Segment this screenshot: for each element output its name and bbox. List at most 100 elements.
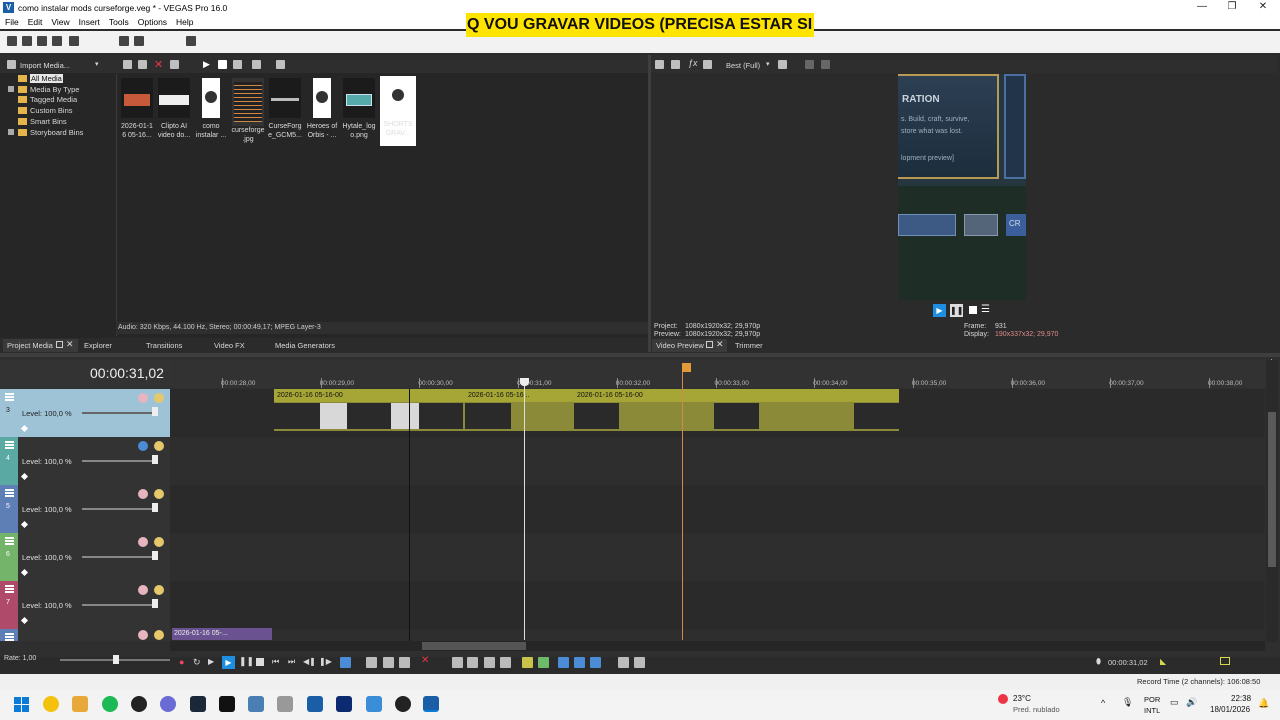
app-icon[interactable]	[366, 696, 382, 712]
capcut-icon[interactable]	[219, 696, 235, 712]
app-icon[interactable]	[248, 696, 264, 712]
close-button[interactable]: ✕	[1248, 1, 1278, 14]
media-thumbnail[interactable]: 2026-01-1 6 05-16...	[119, 78, 155, 139]
save-as-icon[interactable]	[52, 36, 62, 46]
copy-snapshot-icon[interactable]	[805, 60, 814, 69]
media-stop-icon[interactable]	[218, 60, 227, 69]
track-header[interactable]: 3 Level: 100,0 %	[0, 389, 170, 437]
close-tab-icon[interactable]: ✕	[66, 339, 74, 350]
keyframe-icon[interactable]	[20, 472, 29, 481]
media-thumbnail-selected[interactable]: SHORTS GRAV...	[380, 76, 416, 146]
tree-item[interactable]: Smart Bins	[4, 117, 116, 128]
panel-splitter[interactable]	[648, 55, 651, 352]
video-clip[interactable]: 2026-01-16 05-16-00	[274, 389, 465, 431]
playhead-handle[interactable]	[520, 378, 529, 386]
split-screen-icon[interactable]	[703, 60, 712, 69]
track-lane[interactable]	[170, 629, 1265, 641]
save-icon[interactable]	[37, 36, 47, 46]
quality-dropdown-icon[interactable]: ▾	[766, 60, 770, 68]
new-project-icon[interactable]	[7, 36, 17, 46]
tab-media-generators[interactable]: Media Generators	[275, 341, 335, 350]
solo-icon[interactable]	[154, 630, 164, 640]
preview-menu-icon[interactable]: ☰	[981, 304, 990, 315]
normal-edit-tool-icon[interactable]	[340, 657, 351, 668]
clock-date[interactable]: 18/01/2026	[1210, 705, 1250, 714]
mute-icon[interactable]	[138, 537, 148, 547]
zoom-tool-icon[interactable]	[399, 657, 410, 668]
mute-icon[interactable]	[138, 393, 148, 403]
horizontal-scroll-thumb[interactable]	[422, 642, 526, 650]
prev-frame-icon[interactable]: ◀❚	[303, 657, 316, 666]
app-icon[interactable]	[395, 696, 411, 712]
insert-region-icon[interactable]	[538, 657, 549, 668]
media-fx-icon[interactable]	[170, 60, 179, 69]
bottom-clip[interactable]: 2026-01-16 05-...	[172, 628, 272, 640]
overlays-icon[interactable]	[778, 60, 787, 69]
auto-ripple-icon[interactable]	[590, 657, 601, 668]
spotify-icon[interactable]	[102, 696, 118, 712]
weather-badge-icon[interactable]	[998, 694, 1008, 704]
menu-tools[interactable]: Tools	[104, 15, 133, 27]
mute-icon[interactable]	[138, 585, 148, 595]
keyframe-icon[interactable]	[20, 520, 29, 529]
help-icon[interactable]	[186, 36, 196, 46]
properties-icon[interactable]	[69, 36, 79, 46]
tab-explorer[interactable]: Explorer	[84, 341, 112, 350]
preview-settings-icon[interactable]	[655, 60, 664, 69]
keyframe-icon[interactable]	[20, 616, 29, 625]
trim-icon[interactable]	[452, 657, 463, 668]
lang-code[interactable]: POR	[1144, 695, 1160, 704]
level-slider-knob[interactable]	[152, 503, 158, 512]
app-icon[interactable]	[131, 696, 147, 712]
vegas-taskbar-icon[interactable]	[423, 696, 439, 712]
undo-icon[interactable]	[134, 36, 144, 46]
undock-icon[interactable]	[56, 341, 63, 348]
menu-help[interactable]: Help	[171, 15, 197, 27]
tab-video-preview[interactable]: Video Preview	[656, 341, 704, 350]
level-slider[interactable]	[82, 460, 154, 462]
record-icon[interactable]: ●	[179, 657, 184, 667]
rate-slider-knob[interactable]	[113, 655, 119, 664]
steam-icon[interactable]	[190, 696, 206, 712]
delete-icon[interactable]: ✕	[421, 655, 429, 666]
fx-icon[interactable]: ƒx	[688, 58, 698, 68]
solo-icon[interactable]	[154, 393, 164, 403]
menu-view[interactable]: View	[46, 15, 73, 27]
go-to-end-icon[interactable]: ⏭	[288, 657, 295, 667]
keyframe-icon[interactable]	[20, 568, 29, 577]
auto-preview-icon[interactable]	[233, 60, 242, 69]
preview-stop-button[interactable]	[969, 306, 977, 314]
pause-button[interactable]: ❚❚	[239, 656, 254, 667]
mic-icon[interactable]: 🎙	[1122, 697, 1133, 708]
track-lane[interactable]	[170, 437, 1265, 485]
zoom-icon[interactable]	[276, 60, 285, 69]
selection-tool-icon[interactable]	[383, 657, 394, 668]
preview-play-button[interactable]: ▶	[933, 304, 946, 317]
solo-icon[interactable]	[154, 537, 164, 547]
vertical-scroll-thumb[interactable]	[1268, 412, 1276, 567]
weather-temp[interactable]: 23°C	[1013, 694, 1031, 703]
import-media-button[interactable]: Import Media...	[20, 61, 70, 70]
track-lane[interactable]	[170, 581, 1265, 629]
video-clip[interactable]: 2026-01-16 05-16...	[465, 389, 574, 431]
track-lane[interactable]	[170, 485, 1265, 533]
tab-project-media[interactable]: Project Media	[7, 341, 53, 350]
preview-quality-select[interactable]: Best (Full)	[726, 61, 760, 70]
capture-icon[interactable]	[123, 60, 132, 69]
photoshop-icon[interactable]	[336, 696, 352, 712]
minimize-button[interactable]: —	[1187, 1, 1217, 14]
level-slider[interactable]	[82, 508, 154, 510]
level-slider-knob[interactable]	[152, 407, 158, 416]
snapping-icon[interactable]	[558, 657, 569, 668]
solo-icon[interactable]	[154, 585, 164, 595]
menu-insert[interactable]: Insert	[74, 15, 104, 27]
tree-item[interactable]: All Media	[4, 74, 116, 85]
trim-start-icon[interactable]	[467, 657, 478, 668]
get-media-icon[interactable]	[138, 60, 147, 69]
insert-marker-icon[interactable]	[522, 657, 533, 668]
video-clip[interactable]: 2026-01-16 05-16-00	[574, 389, 899, 431]
file-explorer-icon[interactable]	[72, 696, 88, 712]
menu-edit[interactable]: Edit	[23, 15, 47, 27]
play-from-start-icon[interactable]: ▶	[208, 657, 214, 666]
tab-trimmer[interactable]: Trimmer	[735, 341, 763, 350]
